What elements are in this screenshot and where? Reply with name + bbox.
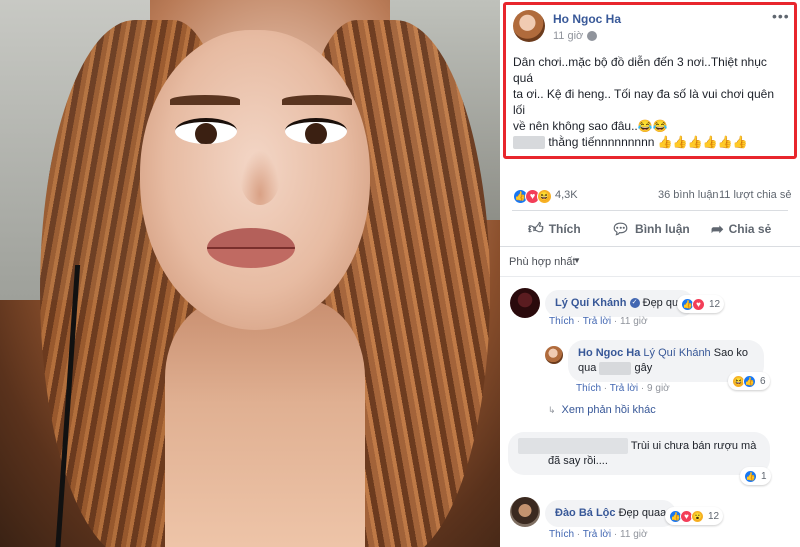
share-button[interactable]: ➦ Chia sẻ bbox=[711, 219, 771, 239]
like-label: Thích bbox=[548, 222, 581, 236]
blurred-tag bbox=[599, 361, 632, 375]
share-label: Chia sẻ bbox=[728, 222, 772, 236]
reply-text: qua bbox=[578, 362, 597, 374]
author-name[interactable]: Ho Ngoc Ha bbox=[553, 12, 621, 26]
verified-badge-icon: ✓ bbox=[629, 298, 640, 309]
left-eye bbox=[175, 118, 237, 144]
comment-text: Trùi ui chưa bán rượu mà bbox=[630, 439, 757, 452]
blurred-tag bbox=[513, 136, 545, 150]
divider bbox=[500, 276, 800, 277]
reply-text: Sao ko bbox=[713, 347, 748, 359]
share-arrow-icon: ➦ bbox=[711, 221, 724, 238]
comment-actions: Thích · Trả lời · 11 giờ bbox=[549, 529, 648, 540]
reaction-icons[interactable]: 👍 ♥ 😆 bbox=[513, 188, 552, 204]
love-reaction-icon: ♥ bbox=[692, 297, 705, 311]
reply-text: gây bbox=[634, 362, 653, 374]
reaction-count: 12 bbox=[708, 510, 720, 522]
post-time[interactable]: 11 giờ bbox=[553, 30, 583, 42]
post-line: thằng tiếnnnnnnnnn 👍👍👍👍👍👍 bbox=[513, 134, 789, 150]
reply-arrow-icon: ↳ bbox=[548, 404, 556, 415]
reply-actions: Thích · Trả lời · 9 giờ bbox=[576, 383, 670, 394]
commenter-name[interactable]: Ho Ngoc Ha bbox=[578, 347, 640, 359]
screenshot-root: Ho Ngoc Ha 11 giờ ••• Dân chơi..mặc bộ đ… bbox=[0, 0, 800, 547]
haha-reaction-icon: 😆 bbox=[537, 188, 552, 204]
comment-reactions[interactable]: 👍 ♥ 😮 12 bbox=[665, 507, 724, 525]
more-replies-label: Xem phản hồi khác bbox=[561, 404, 656, 416]
reply-reactions[interactable]: 😆 👍 6 bbox=[728, 372, 770, 390]
comment-sort-dropdown[interactable]: Phù hợp nhất bbox=[509, 256, 576, 268]
reply-like-link[interactable]: Thích bbox=[576, 383, 601, 394]
speech-bubble-icon: 💬︎ bbox=[611, 221, 631, 238]
wow-reaction-icon: 😮 bbox=[691, 509, 704, 523]
chevron-down-icon[interactable]: ▼ bbox=[573, 256, 581, 265]
comment-bubble: Đào Bá Lộc Đẹp quaa bbox=[545, 500, 677, 527]
right-eye bbox=[285, 118, 347, 144]
comment-reply-link[interactable]: Trả lời bbox=[583, 316, 611, 327]
comment-time[interactable]: 11 giờ bbox=[620, 529, 648, 540]
post-line: ta ơi.. Kệ đi heng.. Tối nay đa số là vu… bbox=[513, 87, 775, 117]
post-line-text: thằng tiếnnnnnnnnn 👍👍👍👍👍👍 bbox=[548, 135, 748, 149]
facebook-post-panel: Ho Ngoc Ha 11 giờ ••• Dân chơi..mặc bộ đ… bbox=[500, 0, 800, 547]
author-avatar[interactable] bbox=[513, 10, 545, 42]
reply-time[interactable]: 9 giờ bbox=[647, 383, 670, 394]
comment-text: đã say rồi.... bbox=[548, 455, 608, 467]
comment-actions: Thích · Trả lời · 11 giờ bbox=[549, 316, 648, 327]
divider bbox=[500, 246, 800, 247]
reaction-count: 6 bbox=[760, 375, 766, 387]
share-count[interactable]: 11 lượt chia sẻ bbox=[719, 189, 791, 201]
avatar[interactable] bbox=[510, 497, 540, 527]
avatar[interactable] bbox=[510, 288, 540, 318]
neck-shoulders bbox=[165, 300, 365, 547]
like-button[interactable]: 👍︎ Thích bbox=[528, 219, 581, 239]
right-eyebrow bbox=[282, 95, 352, 105]
post-line: Dân chơi..mặc bộ đồ diễn đến 3 nơi..Thiệ… bbox=[513, 55, 767, 85]
comment-button[interactable]: 💬︎ Bình luận bbox=[611, 219, 690, 239]
comment-text: Đẹp quaa bbox=[618, 507, 667, 519]
commenter-name[interactable]: Đào Bá Lộc bbox=[555, 507, 616, 519]
reply-reply-link[interactable]: Trả lời bbox=[610, 383, 638, 394]
comment-time[interactable]: 11 giờ bbox=[620, 316, 648, 327]
comment-reactions[interactable]: 👍 1 bbox=[740, 467, 771, 485]
comment-reactions[interactable]: 👍 ♥ 12 bbox=[677, 295, 725, 313]
comment-bubble: Lý Quí Khánh ✓ Đẹp quá bbox=[545, 290, 695, 317]
comment-count[interactable]: 36 bình luận bbox=[658, 189, 719, 201]
comment-label: Bình luận bbox=[635, 222, 690, 236]
comment-bubble: Trùi ui chưa bán rượu mà đã say rồi.... bbox=[508, 432, 770, 475]
globe-icon bbox=[587, 31, 597, 41]
more-icon[interactable]: ••• bbox=[772, 8, 790, 24]
lips bbox=[207, 228, 295, 268]
comment-like-link[interactable]: Thích bbox=[549, 529, 574, 540]
post-line: về nên không sao đâu..😂😂 bbox=[513, 119, 668, 133]
left-eyebrow bbox=[170, 95, 240, 105]
commenter-name[interactable]: Lý Quí Khánh bbox=[555, 297, 627, 309]
nose bbox=[240, 150, 280, 205]
like-reaction-icon: 👍 bbox=[744, 469, 757, 483]
view-more-replies-link[interactable]: ↳ Xem phản hồi khác bbox=[548, 404, 656, 416]
comment-reply-link[interactable]: Trả lời bbox=[583, 529, 611, 540]
divider bbox=[512, 210, 788, 211]
dress-strap bbox=[0, 265, 81, 547]
comment-like-link[interactable]: Thích bbox=[549, 316, 574, 327]
like-reaction-icon: 👍 bbox=[743, 374, 756, 388]
avatar[interactable] bbox=[545, 346, 563, 364]
thumbs-up-icon: 👍︎ bbox=[528, 220, 544, 237]
post-text: Dân chơi..mặc bộ đồ diễn đến 3 nơi..Thiệ… bbox=[513, 54, 789, 150]
mention-link[interactable]: Lý Quí Khánh bbox=[643, 347, 710, 359]
reaction-count: 12 bbox=[709, 298, 721, 310]
reaction-count: 1 bbox=[761, 470, 767, 482]
selfie-photo bbox=[0, 0, 500, 547]
blurred-commenter-name[interactable] bbox=[518, 438, 628, 454]
reaction-count[interactable]: 4,3K bbox=[555, 189, 578, 201]
